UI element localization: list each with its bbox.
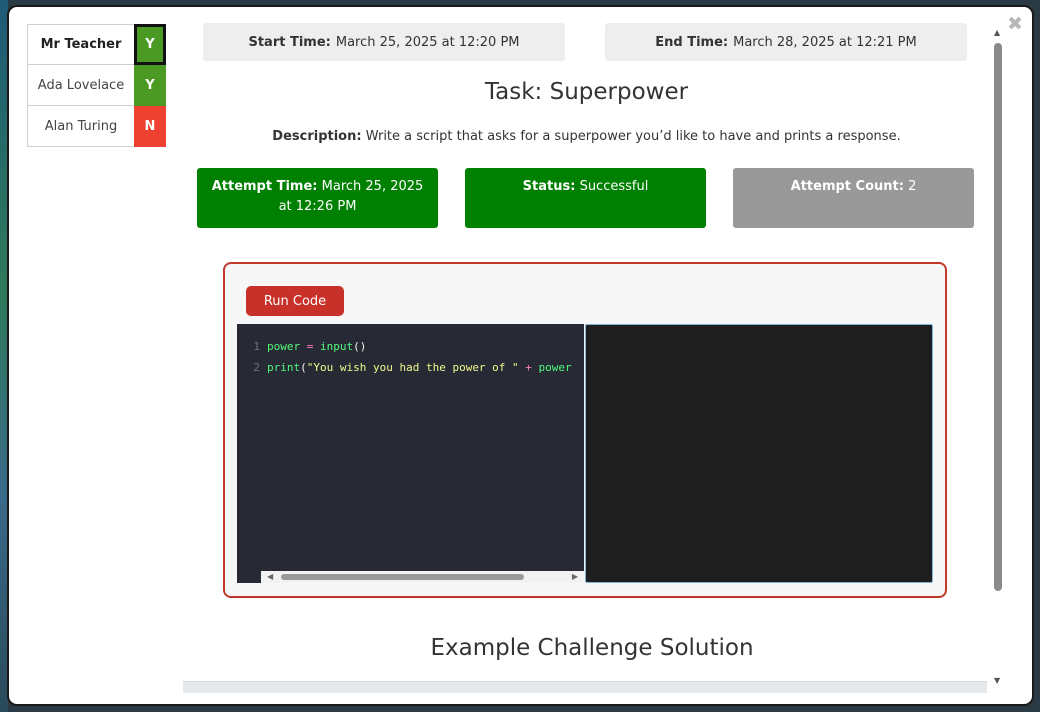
example-solution-editor: [183, 681, 987, 693]
code-line[interactable]: 2 print ( "You wish you had the power of…: [237, 357, 572, 377]
run-code-button[interactable]: Run Code: [246, 286, 344, 316]
status-value: Successful: [579, 179, 649, 194]
attempt-count-label: Attempt Count:: [790, 179, 904, 194]
line-number: 2: [253, 360, 260, 374]
line-number: 1: [253, 339, 260, 353]
attempt-time-label: Attempt Time:: [211, 179, 318, 194]
modal-vertical-scrollbar[interactable]: ▲ ▼: [992, 29, 1004, 685]
scrollbar-thumb[interactable]: [281, 574, 524, 580]
editor-horizontal-scrollbar[interactable]: ◀ ▶: [261, 571, 584, 583]
code-line[interactable]: 1 power = input (): [237, 336, 366, 356]
end-time-value: March 28, 2025 at 12:21 PM: [733, 34, 917, 50]
student-status-badge[interactable]: N: [134, 106, 166, 147]
close-icon[interactable]: ✖: [1007, 15, 1023, 34]
code-editor[interactable]: 1 power = input () 2 print ( "You wish y…: [237, 324, 584, 583]
scroll-down-icon[interactable]: ▼: [994, 677, 1000, 685]
scroll-right-icon[interactable]: ▶: [572, 573, 578, 581]
task-description: Description: Write a script that asks fo…: [179, 129, 994, 144]
output-console[interactable]: [585, 324, 933, 583]
code-token: (): [353, 339, 367, 353]
students-table: Mr Teacher Y Ada Lovelace Y Alan Turing …: [27, 24, 166, 147]
code-token: input: [320, 339, 354, 353]
status-label: Status:: [522, 179, 576, 194]
example-solution-title: Example Challenge Solution: [430, 635, 754, 661]
student-row[interactable]: Alan Turing N: [27, 106, 166, 147]
attempt-count-value: 2: [908, 179, 917, 194]
student-name[interactable]: Mr Teacher: [27, 24, 134, 65]
start-time-box: Start Time: March 25, 2025 at 12:20 PM: [203, 23, 565, 61]
attempt-time-box: Attempt Time: March 25, 2025 at 12:26 PM: [197, 168, 438, 228]
code-token: power: [538, 360, 572, 374]
start-time-value: March 25, 2025 at 12:20 PM: [335, 34, 520, 50]
student-row[interactable]: Mr Teacher Y: [27, 24, 166, 65]
end-time-box: End Time: March 28, 2025 at 12:21 PM: [605, 23, 967, 61]
code-token: "You wish you had the power of ": [306, 360, 519, 374]
student-name[interactable]: Ada Lovelace: [27, 65, 134, 106]
code-panel: Run Code 1 power = input () 2 print ( "Y…: [223, 262, 947, 598]
end-time-label: End Time:: [655, 34, 729, 50]
student-status-badge[interactable]: Y: [134, 65, 166, 106]
code-token: print: [267, 360, 301, 374]
code-token: =: [300, 339, 320, 353]
student-row[interactable]: Ada Lovelace Y: [27, 65, 166, 106]
description-text: Write a script that asks for a superpowe…: [365, 129, 901, 144]
code-token: (: [300, 360, 307, 374]
code-token: +: [518, 360, 539, 374]
start-time-label: Start Time:: [248, 34, 331, 50]
description-label: Description:: [272, 129, 362, 144]
scrollbar-thumb[interactable]: [994, 43, 1002, 591]
code-token: power: [267, 339, 301, 353]
scroll-up-icon[interactable]: ▲: [994, 29, 1000, 37]
student-status-badge[interactable]: Y: [134, 24, 166, 65]
task-title: Task: Superpower: [484, 79, 689, 105]
status-box: Status: Successful: [465, 168, 706, 228]
scroll-left-icon[interactable]: ◀: [267, 573, 273, 581]
attempt-modal: ✖ Mr Teacher Y Ada Lovelace Y Alan Turin…: [7, 5, 1034, 706]
attempt-content: Start Time: March 25, 2025 at 12:20 PM E…: [179, 7, 989, 704]
student-name[interactable]: Alan Turing: [27, 106, 134, 147]
attempt-count-box: Attempt Count: 2: [733, 168, 974, 228]
